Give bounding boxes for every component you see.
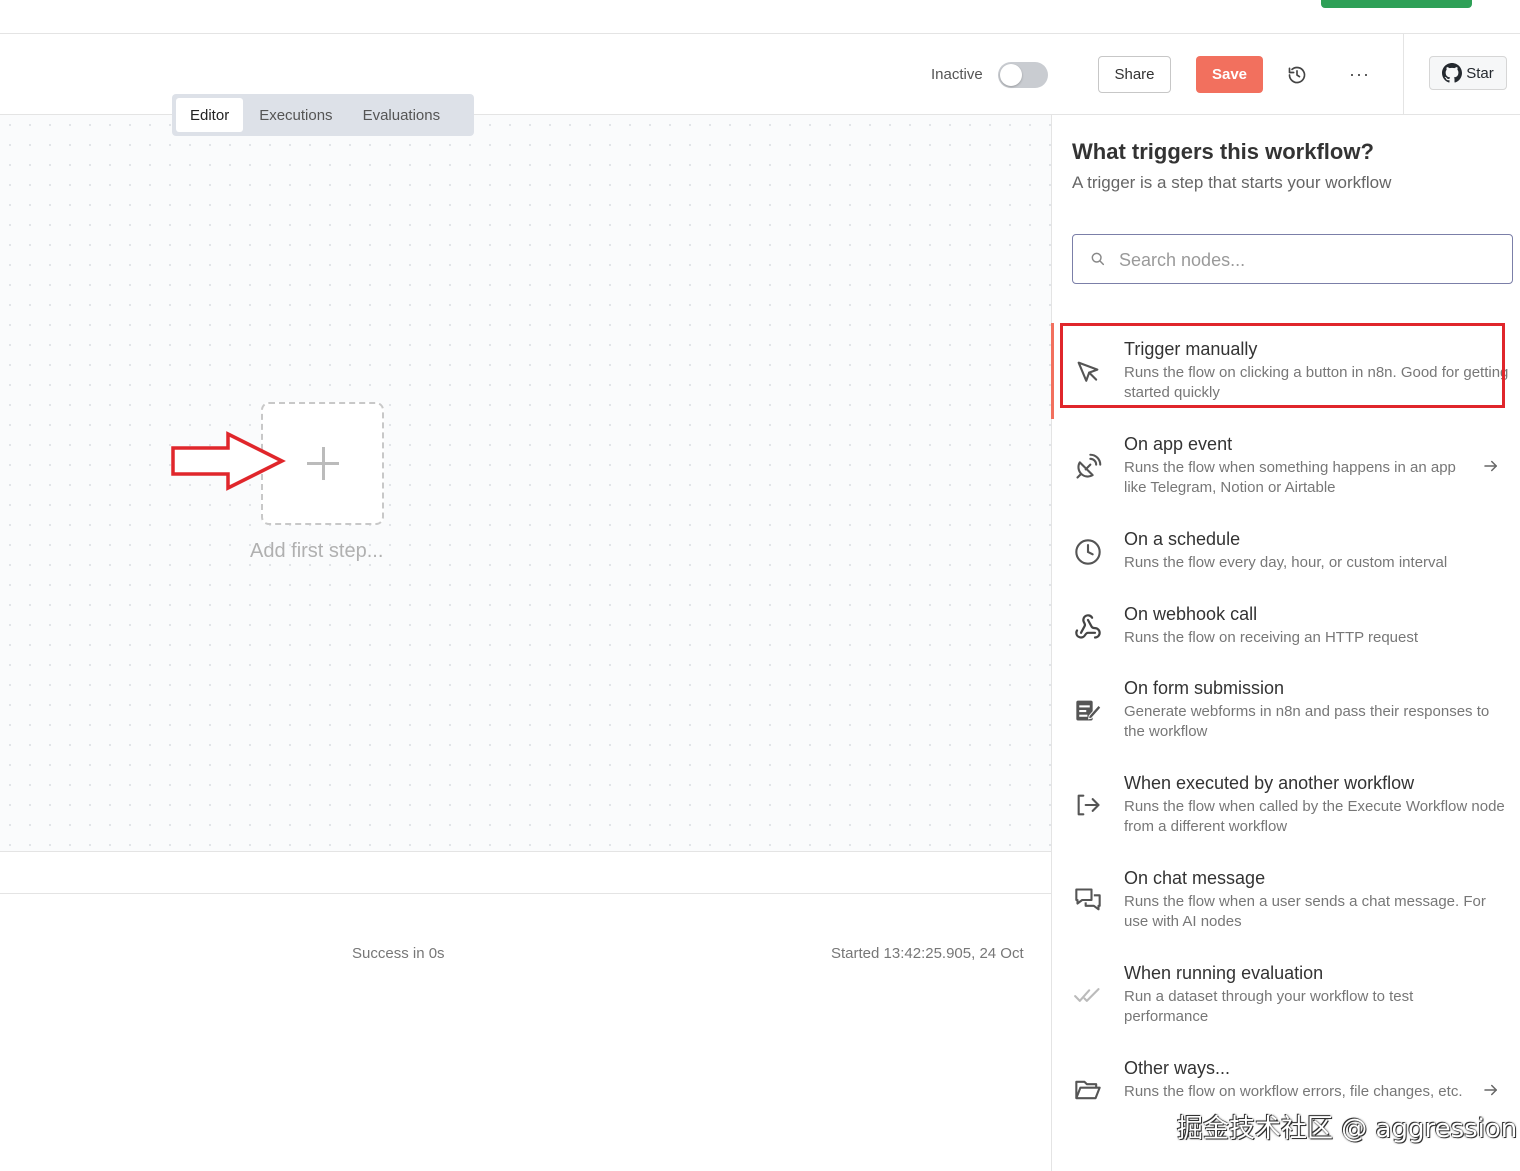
annotation-highlight-box <box>1060 323 1505 408</box>
check-double-icon <box>1074 988 1100 1002</box>
item-title: When running evaluation <box>1124 963 1324 983</box>
logs-area <box>0 894 1051 1171</box>
sign-in-icon <box>1077 794 1100 816</box>
add-first-step-label: Add first step... <box>250 540 384 562</box>
item-title: On webhook call <box>1124 604 1258 624</box>
panel-subtitle: A trigger is a step that starts your wor… <box>1072 173 1392 192</box>
annotation-arrow-icon <box>171 431 286 491</box>
satellite-icon <box>1076 453 1102 479</box>
item-description: Runs the flow when a user sends a chat m… <box>1124 893 1486 930</box>
github-icon <box>1442 63 1463 83</box>
star-label: Star <box>1466 64 1494 82</box>
item-description: Runs the flow on workflow errors, file c… <box>1124 1083 1463 1100</box>
toggle-knob <box>1000 64 1022 86</box>
top-strip <box>0 0 1520 34</box>
item-title: On app event <box>1124 434 1233 454</box>
tab-editor[interactable]: Editor <box>176 98 244 132</box>
logs-bar <box>0 851 1051 894</box>
share-button[interactable]: Share <box>1098 56 1171 93</box>
on-webhook-call-item[interactable]: On webhook call Runs the flow on receivi… <box>1052 604 1520 654</box>
folder-open-icon <box>1075 1080 1101 1100</box>
tab-executions[interactable]: Executions <box>245 98 346 132</box>
item-description: Runs the flow on receiving an HTTP reque… <box>1124 629 1419 646</box>
on-form-submission-item[interactable]: On form submission Generate webforms in … <box>1052 678 1520 748</box>
view-tabs: Editor Executions Evaluations <box>172 94 474 136</box>
tab-evaluations[interactable]: Evaluations <box>349 98 455 132</box>
on-app-event-item[interactable]: On app event Runs the flow when somethin… <box>1052 434 1520 504</box>
active-state-label: Inactive <box>931 66 983 83</box>
webhook-icon <box>1075 614 1101 639</box>
item-description: Runs the flow when called by the Execute… <box>1124 798 1505 835</box>
item-description: Runs the flow every day, hour, or custom… <box>1124 554 1448 571</box>
more-options-icon[interactable]: ··· <box>1349 64 1370 85</box>
panel-title: What triggers this workflow? <box>1072 139 1374 164</box>
item-title: On a schedule <box>1124 529 1241 549</box>
executed-by-workflow-item[interactable]: When executed by another workflow Runs t… <box>1052 773 1520 843</box>
clock-icon <box>1075 539 1101 565</box>
execution-status: Success in 0s <box>352 945 445 962</box>
item-title: On chat message <box>1124 868 1266 888</box>
arrow-right-icon <box>1484 1084 1497 1096</box>
running-evaluation-item[interactable]: When running evaluation Run a dataset th… <box>1052 963 1520 1033</box>
search-input[interactable] <box>1119 247 1499 273</box>
github-star-button[interactable]: Star <box>1429 56 1507 90</box>
item-title: When executed by another workflow <box>1124 773 1415 793</box>
workflow-canvas[interactable] <box>0 115 1051 851</box>
item-title: Other ways... <box>1124 1058 1231 1078</box>
header-divider <box>1403 34 1404 115</box>
history-icon[interactable] <box>1287 65 1307 85</box>
execution-started-time: Started 13:42:25.905, 24 Oct <box>831 945 1024 962</box>
item-description: Generate webforms in n8n and pass their … <box>1124 703 1490 740</box>
on-schedule-item[interactable]: On a schedule Runs the flow every day, h… <box>1052 529 1520 579</box>
on-chat-message-item[interactable]: On chat message Runs the flow when a use… <box>1052 868 1520 938</box>
trigger-panel: What triggers this workflow? A trigger i… <box>1051 115 1520 1171</box>
item-title: On form submission <box>1124 678 1285 698</box>
item-description: Run a dataset through your workflow to t… <box>1124 988 1414 1025</box>
search-icon <box>1091 252 1105 266</box>
save-button[interactable]: Save <box>1196 56 1263 93</box>
arrow-right-icon <box>1484 460 1497 472</box>
chat-icon <box>1075 888 1101 911</box>
search-field[interactable] <box>1072 234 1513 284</box>
upgrade-button[interactable] <box>1321 0 1472 8</box>
item-description: Runs the flow when something happens in … <box>1124 459 1456 496</box>
active-toggle[interactable] <box>998 62 1048 88</box>
form-icon <box>1076 700 1102 721</box>
watermark: 掘金技术社区 @ aggression <box>1177 1114 1518 1144</box>
